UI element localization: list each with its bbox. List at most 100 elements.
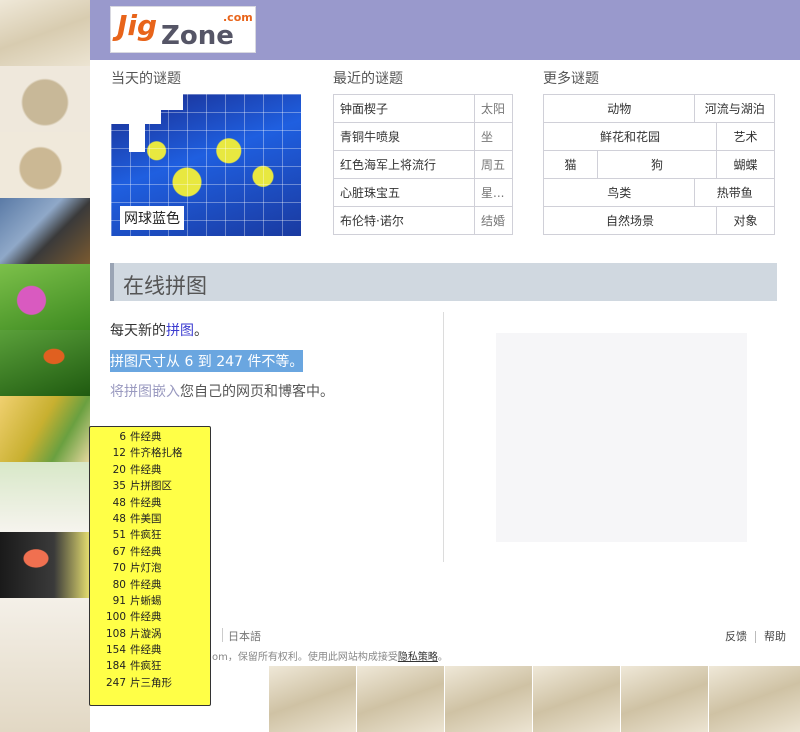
option-count: 20 bbox=[112, 463, 126, 476]
feedback-link[interactable]: 反馈 bbox=[725, 630, 747, 643]
recent-puzzle-link[interactable]: 红色海军上将流行 bbox=[333, 150, 475, 179]
option-count: 108 bbox=[105, 627, 126, 640]
dropdown-option[interactable]: 91 片蜥蜴 bbox=[90, 593, 210, 609]
option-count: 48 bbox=[112, 496, 126, 509]
dropdown-option[interactable]: 184 件疯狂 bbox=[90, 658, 210, 674]
option-label: 件经典 bbox=[130, 431, 162, 443]
dropdown-option[interactable]: 247 片三角形 bbox=[90, 675, 210, 691]
table-row: 动物 河流与湖泊 bbox=[542, 94, 775, 123]
language-link[interactable]: 日本語 bbox=[222, 628, 261, 644]
option-count: 80 bbox=[112, 578, 126, 591]
dropdown-option[interactable]: 12 件齐格扎格 bbox=[90, 445, 210, 461]
eagle-thumbnail[interactable] bbox=[0, 198, 90, 264]
category-birds[interactable]: 鸟类 bbox=[542, 178, 696, 207]
option-label: 件经典 bbox=[130, 463, 162, 476]
puzzle-of-the-day-label[interactable]: 网球蓝色 bbox=[120, 206, 184, 230]
dropdown-option[interactable]: 48 件经典 bbox=[90, 495, 210, 511]
table-row: 鸟类 热带鱼 bbox=[542, 178, 775, 207]
recent-puzzle-day: 星... bbox=[474, 178, 513, 207]
dropdown-option[interactable]: 100 件经典 bbox=[90, 609, 210, 625]
dropdown-option[interactable]: 154 件经典 bbox=[90, 642, 210, 658]
fade-thumbnail[interactable] bbox=[0, 462, 90, 532]
cat-thumbnail[interactable] bbox=[0, 66, 90, 132]
category-tropical-fish[interactable]: 热带鱼 bbox=[694, 178, 775, 207]
option-count: 91 bbox=[112, 594, 126, 607]
sepia-thumbnail[interactable] bbox=[0, 598, 90, 732]
more-puzzles-table: 动物 河流与湖泊 鲜花和花园 艺术 猫 狗 蝴蝶 鸟类 热带鱼 自然场景 对象 bbox=[542, 94, 775, 235]
option-label: 片三角形 bbox=[130, 676, 172, 689]
footer-separator bbox=[222, 628, 223, 642]
category-nature-scenes[interactable]: 自然场景 bbox=[543, 206, 717, 235]
category-rivers-lakes[interactable]: 河流与湖泊 bbox=[694, 94, 775, 123]
dropdown-option[interactable]: 67 件经典 bbox=[90, 544, 210, 560]
option-label: 件经典 bbox=[130, 496, 162, 509]
privacy-policy-link[interactable]: 隐私策略 bbox=[398, 652, 438, 663]
table-row: 心脏珠宝五 星... bbox=[333, 178, 513, 207]
logo-jig-text: Jig bbox=[117, 9, 158, 42]
dropdown-option[interactable]: 51 件疯狂 bbox=[90, 527, 210, 543]
dropdown-option[interactable]: 35 片拼图区 bbox=[90, 478, 210, 494]
option-count: 100 bbox=[105, 611, 126, 624]
recent-puzzles-table: 钟面楔子 太阳 青铜牛喷泉 坐 红色海军上将流行 周五 心脏珠宝五 星... 布… bbox=[333, 94, 513, 235]
dropdown-option[interactable]: 108 片漩涡 bbox=[90, 626, 210, 642]
category-art[interactable]: 艺术 bbox=[716, 122, 775, 151]
option-label: 片漩涡 bbox=[130, 627, 162, 640]
category-animals[interactable]: 动物 bbox=[542, 94, 696, 123]
deer-thumbnail[interactable] bbox=[708, 666, 800, 732]
toucan-thumbnail[interactable] bbox=[0, 330, 90, 396]
option-label: 件经典 bbox=[130, 644, 162, 657]
embed-link[interactable]: 将拼图嵌入 bbox=[110, 384, 180, 400]
dropdown-option[interactable]: 80 件经典 bbox=[90, 577, 210, 593]
flower-bee-thumbnail[interactable] bbox=[0, 264, 90, 330]
option-label: 件美国 bbox=[130, 512, 162, 525]
copyright-text: om，保留所有权利。使用此网站构成接受隐私策略。 bbox=[212, 648, 448, 663]
flamingo-thumbnail[interactable] bbox=[0, 532, 90, 598]
recent-puzzle-link[interactable]: 钟面楔子 bbox=[333, 94, 475, 123]
option-count: 35 bbox=[112, 480, 126, 493]
recent-puzzle-link[interactable]: 布伦特·诺尔 bbox=[333, 206, 475, 235]
penguin-thumbnail[interactable] bbox=[268, 666, 356, 732]
jigzone-logo[interactable]: Jig Zone .com bbox=[110, 6, 256, 53]
section-banner: 在线拼图 bbox=[110, 263, 777, 301]
option-count: 51 bbox=[112, 529, 126, 542]
wheel-thumbnail[interactable] bbox=[444, 666, 532, 732]
kitten-thumbnail[interactable] bbox=[0, 132, 90, 198]
recent-puzzle-day: 周五 bbox=[474, 150, 513, 179]
dropdown-option[interactable]: 6 件经典 bbox=[90, 429, 210, 445]
table-row: 布伦特·诺尔 结婚 bbox=[333, 206, 513, 235]
category-objects[interactable]: 对象 bbox=[716, 206, 775, 235]
puzzle-of-the-day-image[interactable]: 网球蓝色 bbox=[111, 94, 301, 236]
footer-separator bbox=[755, 631, 756, 643]
category-cats[interactable]: 猫 bbox=[543, 150, 598, 179]
squirrel-thumbnail[interactable] bbox=[532, 666, 620, 732]
banner-accent-bar bbox=[110, 263, 114, 301]
wheat-thumbnail[interactable] bbox=[0, 0, 90, 66]
puzzles-link[interactable]: 拼图 bbox=[166, 323, 194, 339]
site-header: Jig Zone .com bbox=[90, 0, 800, 60]
intro-line: 每天新的拼图。 bbox=[110, 320, 208, 340]
dropdown-option[interactable]: 20 件经典 bbox=[90, 462, 210, 478]
dandelion-thumbnail[interactable] bbox=[620, 666, 708, 732]
missing-piece bbox=[161, 94, 183, 110]
table-row: 自然场景 对象 bbox=[543, 206, 775, 235]
boat-thumbnail[interactable] bbox=[356, 666, 444, 732]
page-title: 在线拼图 bbox=[123, 274, 207, 298]
option-count: 6 bbox=[119, 431, 126, 443]
option-label: 件经典 bbox=[130, 578, 162, 591]
category-flowers-gardens[interactable]: 鲜花和花园 bbox=[543, 122, 717, 151]
option-count: 247 bbox=[105, 676, 126, 689]
option-label: 片灯泡 bbox=[130, 562, 162, 575]
recent-puzzle-link[interactable]: 心脏珠宝五 bbox=[333, 178, 475, 207]
ad-placeholder bbox=[496, 333, 747, 542]
help-link[interactable]: 帮助 bbox=[764, 630, 786, 643]
leaves-thumbnail[interactable] bbox=[0, 396, 90, 462]
category-butterflies[interactable]: 蝴蝶 bbox=[716, 150, 775, 179]
dropdown-option[interactable]: 70 片灯泡 bbox=[90, 560, 210, 576]
recent-puzzle-link[interactable]: 青铜牛喷泉 bbox=[333, 122, 475, 151]
category-dogs[interactable]: 狗 bbox=[597, 150, 717, 179]
intro-period: 。 bbox=[194, 323, 208, 339]
dropdown-option[interactable]: 48 件美国 bbox=[90, 511, 210, 527]
puzzle-cut-dropdown[interactable]: 6 件经典 12 件齐格扎格 20 件经典 35 片拼图区 48 件经典 48 件美国 51… bbox=[89, 426, 211, 706]
option-count: 12 bbox=[112, 447, 126, 460]
table-row: 青铜牛喷泉 坐 bbox=[333, 122, 513, 151]
